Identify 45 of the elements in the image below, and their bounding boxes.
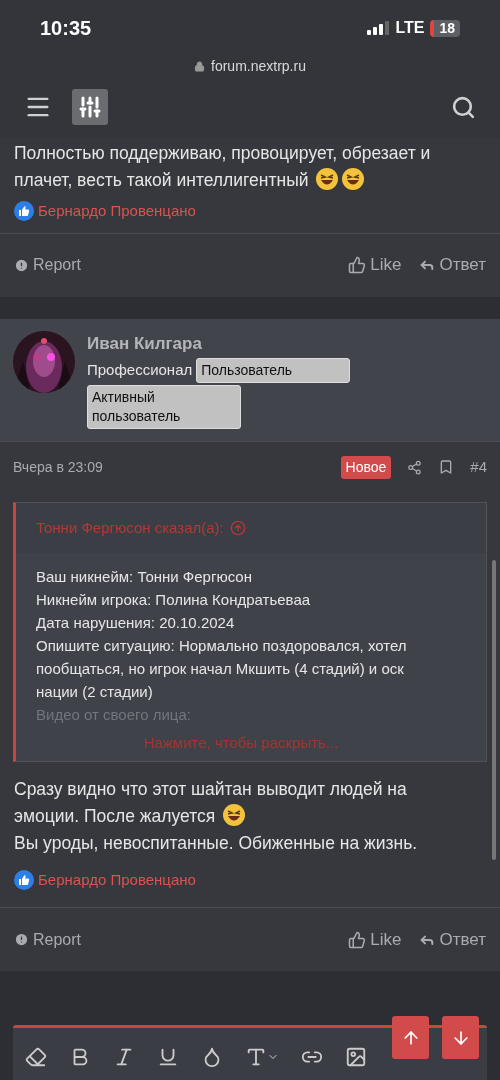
reaction-user-link[interactable]: Бернардо Провенцано (38, 868, 196, 891)
lock-icon (194, 60, 206, 72)
status-time: 10:35 (40, 16, 92, 41)
new-label: Новое (340, 455, 392, 479)
quote-line: Опишите ситуацию: Нормально поздоровался, хотел пообщаться, но игрок начал Мкшить (4 стадий) и оск нации (2 стадии) (36, 636, 408, 702)
quote-line: Дата нарушения: 20.10.2024 (36, 613, 236, 633)
scrollbar[interactable] (492, 560, 496, 860)
laughing-emoji-icon (222, 802, 247, 827)
post-text: Сразу видно что этот шайтан выводит людей на эмоции. После жалуется Вы уроды, невоспитанные. Обиженные на жизнь. (13, 777, 419, 855)
thumbs-up-icon (348, 930, 367, 949)
user-badge: Активный пользователь (87, 385, 241, 429)
like-button[interactable]: Like (348, 252, 402, 278)
author-name[interactable]: Иван Килгара (87, 330, 377, 356)
report-button[interactable]: Report (14, 253, 82, 277)
network-label: LTE (395, 18, 425, 38)
user-badge: Пользователь (196, 358, 351, 383)
laughing-emoji-icon (315, 167, 340, 191)
search-icon[interactable] (451, 94, 476, 120)
scroll-up-button[interactable] (392, 1016, 429, 1059)
share-icon[interactable] (407, 459, 423, 475)
post-number[interactable]: #4 (470, 455, 487, 479)
like-button[interactable]: Like (348, 926, 402, 953)
like-reaction-icon (14, 201, 34, 222)
sliders-button[interactable] (72, 89, 108, 125)
user-title: Профессионал (87, 360, 193, 380)
alert-icon (14, 932, 29, 947)
like-reaction-icon (14, 869, 34, 890)
reply-button[interactable]: Ответ (419, 926, 486, 953)
quote-line: Ваш никнейм: Тонни Фергюсон (36, 567, 253, 587)
battery-indicator: 18 (430, 19, 460, 37)
reaction-user-link[interactable]: Бернардо Провенцано (38, 200, 196, 223)
eraser-icon[interactable] (25, 1045, 47, 1068)
reply-button[interactable]: Ответ (419, 252, 486, 278)
thumbs-up-icon (348, 256, 367, 274)
scroll-down-button[interactable] (442, 1016, 479, 1059)
url-text: forum.nextrp.ru (211, 56, 306, 76)
signal-icon (367, 21, 390, 35)
quote-line: Никнейм игрока: Полина Кондратьеваа (36, 590, 312, 610)
sliders-icon (78, 95, 102, 119)
laughing-emoji-icon (341, 167, 366, 191)
report-button[interactable]: Report (14, 927, 82, 952)
alert-icon (14, 257, 29, 273)
image-icon[interactable] (345, 1045, 367, 1068)
post-date[interactable]: Вчера в 23:09 (13, 456, 103, 478)
post-text: Полностью поддерживаю, провоцирует, обрезает и плачет, весть такой интеллигентный (13, 142, 432, 193)
